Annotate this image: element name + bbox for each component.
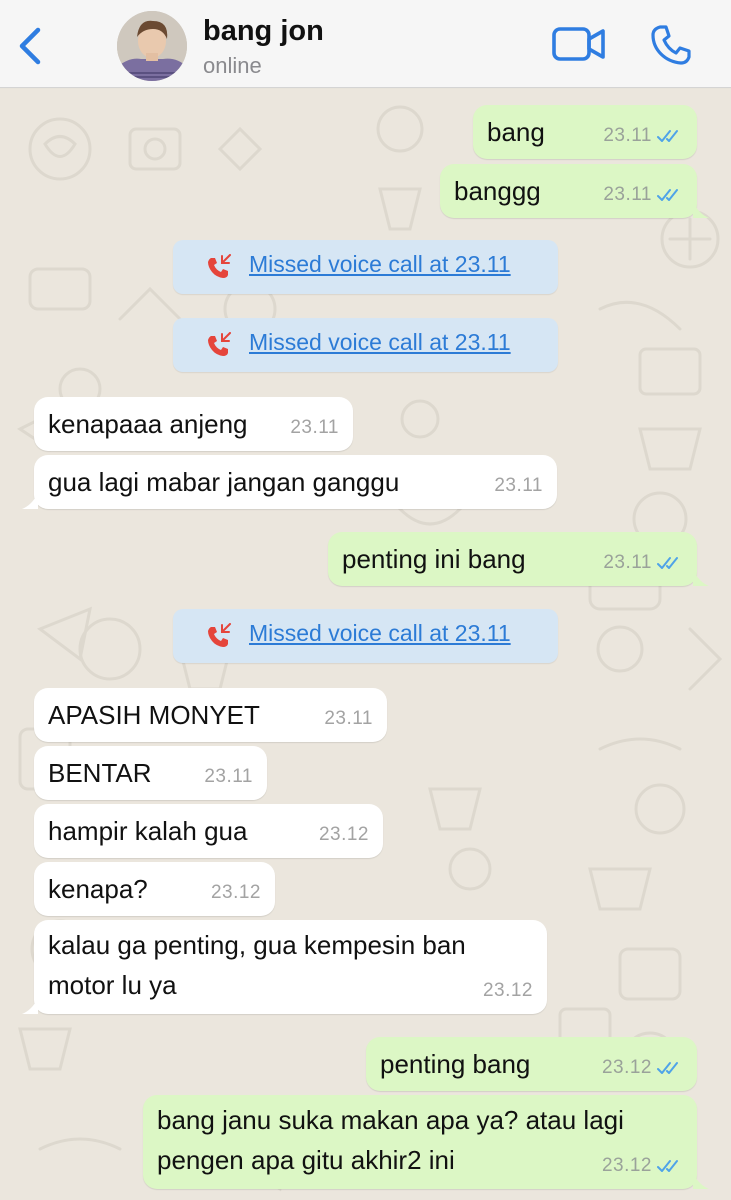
- message-meta: 23.12: [602, 1147, 683, 1185]
- message-meta: 23.11: [290, 409, 339, 447]
- message-meta: 23.11: [494, 467, 543, 505]
- incoming-message[interactable]: BENTAR 23.11: [34, 746, 267, 800]
- message-time: 23.11: [494, 475, 543, 496]
- missed-call-notice[interactable]: Missed voice call at 23.11: [173, 318, 558, 372]
- incoming-message[interactable]: kenapaaa anjeng 23.11: [34, 397, 353, 451]
- message-text: BENTAR: [48, 758, 152, 788]
- missed-call-label[interactable]: Missed voice call at 23.11: [249, 251, 511, 278]
- missed-call-notice[interactable]: Missed voice call at 23.11: [173, 609, 558, 663]
- message-text-line-1: kalau ga penting, gua kempesin ban: [48, 930, 466, 960]
- outgoing-message[interactable]: bang 23.11: [473, 105, 697, 159]
- message-time: 23.12: [210, 882, 261, 903]
- message-text: APASIH MONYET: [48, 700, 260, 730]
- bubble-tail: [693, 202, 709, 218]
- missed-call-icon: [208, 254, 231, 278]
- double-check-icon: [657, 189, 678, 201]
- outgoing-message[interactable]: penting ini bang 23.11: [328, 532, 709, 586]
- bubble-tail: [693, 1173, 709, 1189]
- missed-call-icon: [208, 332, 231, 356]
- message-time: 23.12: [318, 824, 369, 845]
- double-check-icon: [657, 130, 678, 142]
- message-text: hampir kalah gua: [48, 816, 248, 846]
- double-check-icon: [657, 1160, 678, 1172]
- message-text-line-2: motor lu ya: [48, 970, 177, 1000]
- message-meta: 23.11: [603, 117, 683, 155]
- message-text: kenapaaa anjeng: [48, 409, 248, 439]
- outgoing-message[interactable]: bang janu suka makan apa ya? atau lagi p…: [143, 1095, 709, 1189]
- message-text: kenapa?: [48, 874, 148, 904]
- message-time: 23.11: [603, 184, 652, 205]
- missed-call-label[interactable]: Missed voice call at 23.11: [249, 329, 511, 356]
- message-meta: 23.11: [603, 544, 683, 582]
- outgoing-message[interactable]: penting bang 23.12: [366, 1037, 697, 1091]
- message-text-line-1: bang janu suka makan apa ya? atau lagi: [157, 1105, 624, 1135]
- bubble-tail: [22, 998, 38, 1014]
- message-text: bang: [487, 117, 545, 147]
- video-camera-icon[interactable]: [552, 26, 606, 62]
- message-time: 23.12: [601, 1057, 652, 1078]
- message-meta: 23.12: [211, 874, 261, 912]
- message-meta: 23.12: [483, 972, 533, 1010]
- bubble-tail: [693, 570, 709, 586]
- incoming-message[interactable]: gua lagi mabar jangan ganggu 23.11: [22, 455, 557, 509]
- message-meta: 23.11: [603, 176, 683, 214]
- message-text: penting ini bang: [342, 544, 526, 574]
- message-time: 23.12: [601, 1155, 652, 1176]
- missed-call-notice[interactable]: Missed voice call at 23.11: [173, 240, 558, 294]
- bubble-tail: [22, 493, 38, 509]
- message-text: penting bang: [380, 1049, 531, 1079]
- incoming-message[interactable]: hampir kalah gua 23.12: [34, 804, 383, 858]
- chevron-left-icon[interactable]: [14, 24, 48, 68]
- double-check-icon: [657, 557, 678, 569]
- phone-icon[interactable]: [650, 24, 692, 66]
- double-check-icon: [657, 1062, 678, 1074]
- message-meta: 23.12: [602, 1049, 683, 1087]
- message-time: 23.11: [324, 708, 373, 729]
- chat-header: bang jon online: [0, 0, 731, 88]
- message-meta: 23.11: [204, 758, 253, 796]
- avatar[interactable]: [117, 11, 187, 81]
- incoming-message[interactable]: kalau ga penting, gua kempesin ban motor…: [22, 920, 547, 1014]
- message-meta: 23.12: [319, 816, 369, 854]
- message-time: 23.11: [204, 766, 253, 787]
- contact-status: online: [203, 53, 262, 78]
- message-time: 23.12: [482, 980, 533, 1001]
- incoming-message[interactable]: APASIH MONYET 23.11: [34, 688, 387, 742]
- message-meta: 23.11: [324, 700, 373, 738]
- contact-name[interactable]: bang jon: [203, 15, 324, 48]
- missed-call-label[interactable]: Missed voice call at 23.11: [249, 620, 511, 647]
- incoming-message[interactable]: kenapa? 23.12: [34, 862, 275, 916]
- missed-call-icon: [208, 623, 231, 647]
- message-time: 23.11: [290, 417, 339, 438]
- outgoing-message[interactable]: banggg 23.11: [440, 164, 709, 218]
- message-text: banggg: [454, 176, 541, 206]
- message-text-line-2: pengen apa gitu akhir2 ini: [157, 1145, 455, 1175]
- message-time: 23.11: [603, 125, 652, 146]
- message-time: 23.11: [603, 552, 652, 573]
- chat-area[interactable]: bang 23.11 banggg 23.11 Missed voice cal…: [0, 89, 731, 1200]
- message-text: gua lagi mabar jangan ganggu: [48, 467, 400, 497]
